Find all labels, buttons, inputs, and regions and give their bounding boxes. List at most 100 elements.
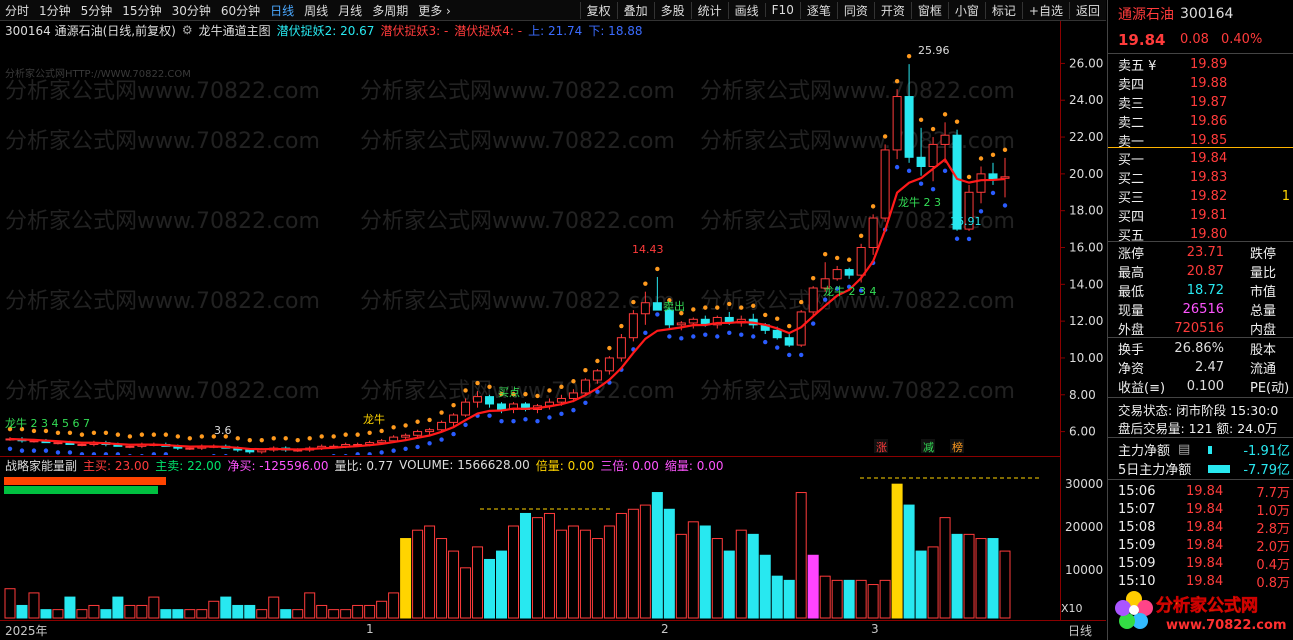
channel-lower-dot [415,444,420,450]
bid-row[interactable]: 买四 19.81 [1108,206,1293,225]
tick-volume: 7.7万 [1256,486,1290,501]
channel-upper-dot [67,430,73,435]
channel-lower-dot [751,334,756,339]
volume-bar [100,609,112,619]
price-label: 20.00 [1069,167,1103,181]
book-label: 卖二 [1118,116,1145,131]
book-volume: 1 [1281,189,1290,204]
bid-row[interactable]: 买二 19.83 [1108,168,1293,187]
channel-lower-dot [379,450,384,455]
channel-lower-dot [91,452,97,455]
bid-row[interactable]: 买三 19.82 1 [1108,187,1293,206]
volume-value: VOLUME: 1566628.00 [399,458,530,472]
period-tab-5[interactable]: 60分钟 [216,2,265,19]
period-tab-4[interactable]: 30分钟 [167,2,216,19]
tick-price: 19.84 [1186,502,1224,517]
candle-body [616,337,626,359]
volume-bar [639,504,651,619]
volume-bar [615,512,627,619]
bid-row[interactable]: 买一 19.84 [1108,149,1293,168]
volume-bar [927,546,939,619]
candlestick-chart[interactable]: 分析家公式网www.70822.com 分析家公式网www.70822.com 分析… [0,40,1060,455]
volume-indicator-name[interactable]: 战略家能量副 [5,457,77,474]
period-tab-6[interactable]: 日线 [265,2,299,19]
tool-button-7[interactable]: 同资 [836,1,874,19]
book-label: 买三 [1118,191,1145,206]
volume-bar [747,533,759,619]
main-sell-bar [4,486,158,494]
ask-row[interactable]: 卖二 19.86 [1108,112,1293,131]
channel-upper-dot [151,432,157,437]
list-icon[interactable]: ▤ [1178,442,1190,457]
volume-bar [867,584,879,619]
period-tab-8[interactable]: 月线 [333,2,367,19]
ask-row[interactable]: 卖五 ¥ 19.89 [1108,55,1293,74]
tool-button-11[interactable]: 标记 [984,1,1022,19]
watermark-text: 分析家公式网www.70822.com [360,129,675,154]
channel-lower-dot [535,418,540,424]
date-axis: 2025年 1 2 3 日线 [0,620,1106,639]
ask-row[interactable]: 卖三 19.87 [1108,93,1293,112]
candle-body [856,247,866,276]
candle-body [245,449,255,453]
period-tab-2[interactable]: 5分钟 [76,2,118,19]
channel-upper-dot [103,430,109,435]
tool-button-0[interactable]: 复权 [579,1,617,19]
trade-state: 交易状态: 闭市阶段 15:30:0 [1108,400,1293,419]
long-signal-4: 龙牛 2 3 4 5 6 7 [5,416,90,430]
channel-upper-dot [331,434,336,439]
tick-time: 15:06 [1118,484,1156,499]
tool-button-5[interactable]: F10 [764,3,800,17]
period-tab-10[interactable]: 更多 › [413,2,456,19]
tool-button-8[interactable]: 开资 [873,1,911,19]
candle-body [868,217,878,249]
main5-net-row[interactable]: 5日主力净额 -7.79亿 [1108,459,1293,478]
tool-button-2[interactable]: 多股 [653,1,691,19]
channel-lower-dot [403,446,408,451]
volume-chart[interactable] [0,473,1060,619]
tool-button-1[interactable]: 叠加 [616,1,654,19]
tick-row: 15:09 19.84 0.4万 [1108,554,1293,573]
channel-lower-dot [367,452,372,455]
channel-lower-dot [655,312,660,317]
candle-body [461,401,471,416]
last-price: 19.84 [1118,30,1166,49]
tool-button-13[interactable]: 返回 [1068,1,1106,19]
watermark-text: 分析家公式网www.70822.com [5,79,320,104]
period-tab-7[interactable]: 周线 [299,2,333,19]
tool-button-4[interactable]: 画线 [727,1,765,19]
channel-upper-dot [966,174,972,180]
price-label: 8.00 [1069,388,1096,402]
tool-button-12[interactable]: +自选 [1021,1,1069,19]
volume-bar [651,492,663,619]
channel-upper-dot [727,301,732,307]
tag-jian: 减 [923,441,934,454]
period-tab-3[interactable]: 15分钟 [117,2,166,19]
channel-upper-dot [834,255,840,261]
tool-button-3[interactable]: 统计 [690,1,728,19]
channel-upper-dot [427,417,432,423]
candle-body [77,443,87,446]
main-net-row[interactable]: 主力净额 ▤ -1.91亿 [1108,440,1293,459]
book-label: 买二 [1118,172,1145,187]
period-tab-0[interactable]: 分时 [0,2,34,19]
candle-body [185,447,195,450]
buy-signal: 买点 [498,386,520,399]
period-tab-9[interactable]: 多周期 [367,2,413,19]
volume-bar [687,521,699,619]
watermark-text: 分析家公式网www.70822.com [700,79,1015,104]
tool-button-9[interactable]: 窗框 [910,1,948,19]
channel-upper-dot [451,402,456,408]
settings-icon[interactable]: ⚙ [182,23,193,37]
stat-row: 现量 26516 总量 [1108,300,1293,319]
volume-bar [448,550,460,619]
tool-button-10[interactable]: 小窗 [947,1,985,19]
price-label: 24.00 [1069,93,1103,107]
ask-row[interactable]: 卖四 19.88 [1108,74,1293,93]
indicator-name[interactable]: 龙牛通道主图 [199,22,271,39]
tool-button-6[interactable]: 逐笔 [799,1,837,19]
period-tab-1[interactable]: 1分钟 [34,2,76,19]
indicator-upper: 上: 21.74 [528,23,583,38]
watermark-layer: 分析家公式网www.70822.com 分析家公式网www.70822.com 分析… [5,67,1015,404]
mid-peak-label: 14.43 [632,243,664,256]
